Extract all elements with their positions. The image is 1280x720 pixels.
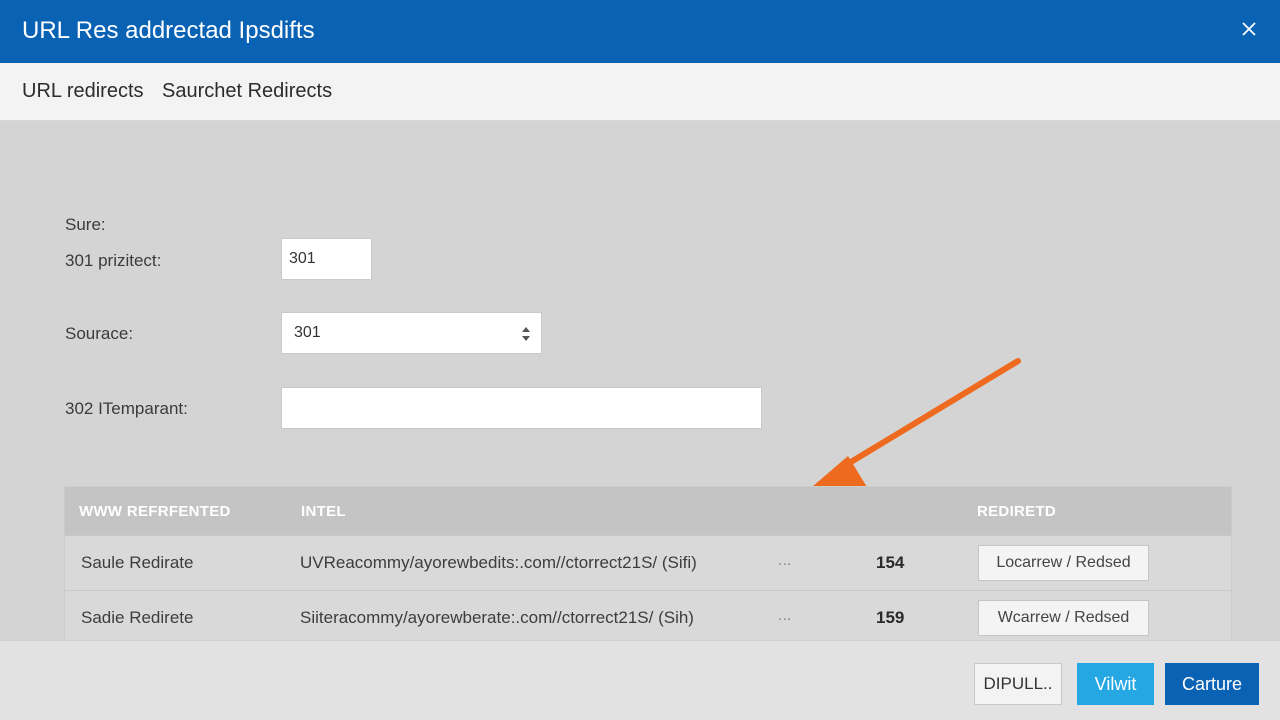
source-value: 301 — [294, 324, 321, 341]
window-title: URL Res addrectad Ipsdifts — [22, 17, 315, 44]
row-url: Siiteracommy/ayorewberate:.com//ctorrect… — [300, 608, 694, 627]
row-action-button[interactable]: Wcarrew / Redsed — [978, 600, 1149, 636]
subnav-item-url-redirects[interactable]: URL redirects — [22, 80, 144, 103]
column-header-name: WWW REFRFENTED — [79, 503, 231, 520]
visit-button[interactable]: Vilwit — [1077, 663, 1154, 705]
default-button[interactable]: DIPULL.. — [974, 663, 1062, 705]
dialog-footer: DIPULL.. Vilwit Carture — [0, 640, 1280, 720]
row-count: 159 — [876, 608, 905, 627]
row-name: Sadie Redirete — [81, 608, 194, 627]
row-action-button[interactable]: Locarrew / Redsed — [978, 545, 1149, 581]
subnav-item-search-redirects[interactable]: Saurchet Redirects — [162, 80, 332, 103]
table-row[interactable]: Sadie Redirete Siiteracommy/ayorewberate… — [65, 590, 1231, 640]
temporary-redirect-label: 302 ITemparant: — [65, 399, 188, 418]
capture-button[interactable]: Carture — [1165, 663, 1259, 705]
temporary-redirect-input[interactable] — [281, 387, 762, 429]
permanent-redirect-label: 301 prizitect: — [65, 251, 162, 270]
column-header-redirect: REDIRETD — [977, 503, 1057, 520]
row-name: Saule Redirate — [81, 553, 194, 572]
window-titlebar: URL Res addrectad Ipsdifts — [0, 0, 1280, 63]
up-down-arrows-icon — [522, 327, 530, 341]
orange-arrow-icon — [798, 358, 1021, 499]
column-header-intel: INTEL — [301, 503, 346, 520]
permanent-redirect-value: 301 — [289, 250, 316, 267]
main-content: Sure: 301 prizitect: 301 Sourace: 301 30… — [0, 121, 1280, 641]
close-icon[interactable] — [1238, 18, 1260, 40]
redirects-table: WWW REFRFENTED INTEL REDIRETD Saule Redi… — [64, 486, 1232, 641]
source-select[interactable]: 301 — [281, 312, 542, 354]
row-more-icon[interactable]: ... — [778, 607, 791, 625]
row-count: 154 — [876, 553, 905, 572]
row-url: UVReacommy/ayorewbedits:.com//ctorrect21… — [300, 553, 697, 572]
table-header: WWW REFRFENTED INTEL REDIRETD — [65, 487, 1231, 535]
table-row[interactable]: Saule Redirate UVReacommy/ayorewbedits:.… — [65, 535, 1231, 589]
section-label: Sure: — [65, 215, 106, 234]
row-more-icon[interactable]: ... — [778, 552, 791, 570]
source-label: Sourace: — [65, 324, 134, 343]
subnav-bar: URL redirects Saurchet Redirects — [0, 63, 1280, 121]
permanent-redirect-input[interactable]: 301 — [281, 238, 372, 280]
